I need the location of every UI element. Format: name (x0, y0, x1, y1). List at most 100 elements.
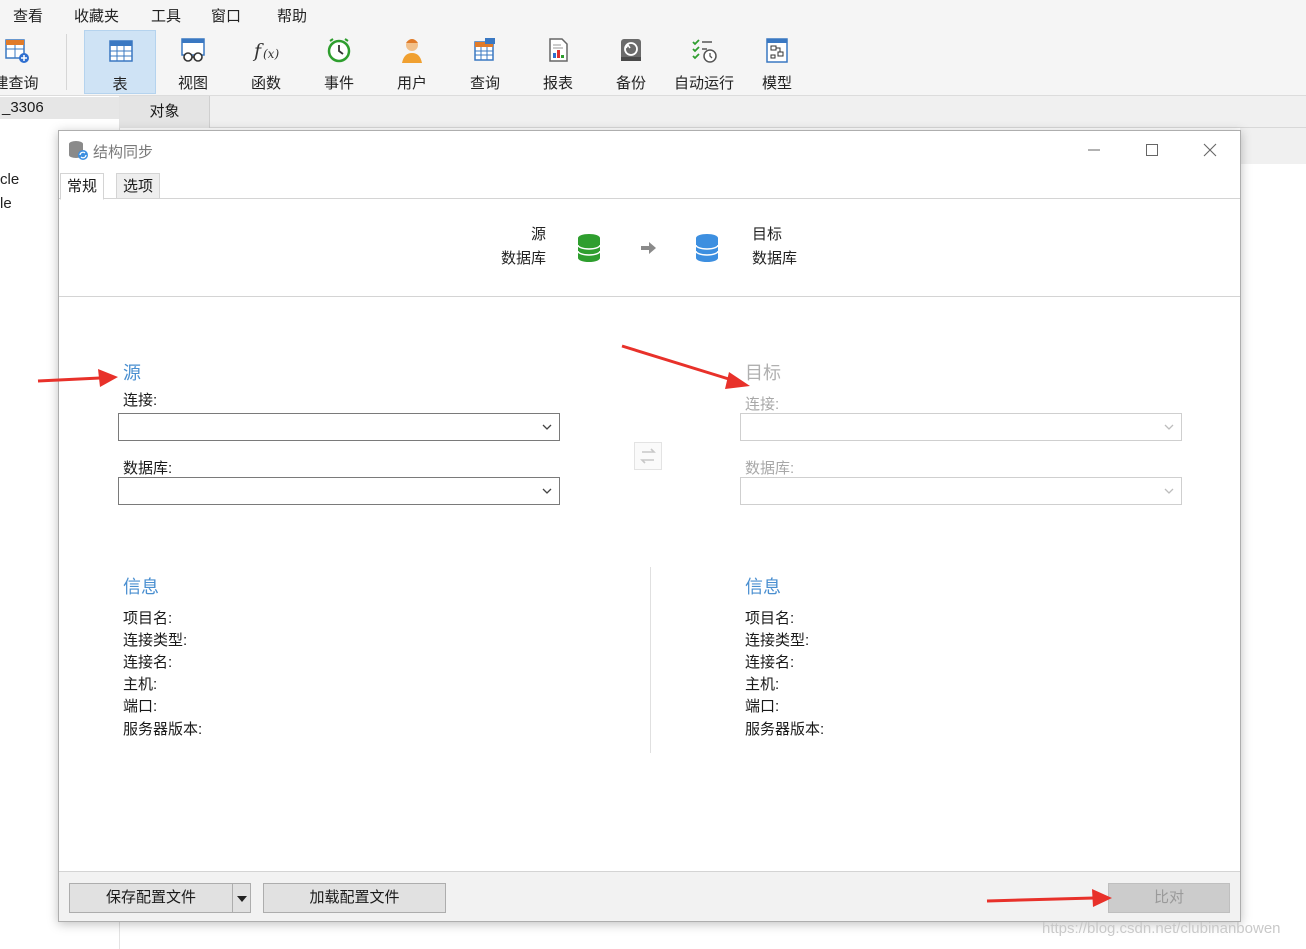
new-query-icon (5, 39, 29, 63)
header-target-db-word: 数据库 (752, 250, 798, 267)
report-icon (549, 38, 568, 62)
menu-window[interactable]: 窗口 (211, 5, 241, 26)
dialog-button-bar: 保存配置文件 加载配置文件 比对 (59, 871, 1240, 921)
source-database-icon (577, 234, 601, 262)
dialog-tabs: 常规 选项 (59, 169, 1240, 200)
function-icon: f (x) (252, 40, 279, 62)
tool-schedule-button[interactable]: 自动运行 (668, 30, 740, 94)
minimize-button[interactable] (1071, 135, 1117, 165)
source-connection-label: 连接: (123, 392, 158, 409)
load-profile-button[interactable]: 加载配置文件 (263, 883, 446, 913)
svg-text:(x): (x) (263, 47, 279, 61)
query-icon (474, 38, 495, 61)
arrow-right-icon (641, 242, 656, 254)
watermark: https://blog.csdn.net/clubinanbowen (1042, 920, 1281, 937)
tab-objects[interactable]: 对象 (120, 96, 210, 128)
menu-bar: 查看 收藏夹 工具 窗口 帮助 (0, 0, 1306, 28)
tool-report-label: 报表 (542, 75, 573, 92)
new-query-button[interactable]: 建查询 (0, 30, 52, 94)
source-section-title: 源 (123, 363, 141, 383)
object-toolbar-strip (1240, 128, 1306, 164)
source-info-port: 端口: (123, 698, 158, 715)
target-section-title: 目标 (745, 363, 781, 383)
dialog-title: 结构同步 (93, 144, 154, 161)
source-info-server-version: 服务器版本: (123, 721, 203, 738)
tool-view-button[interactable]: 视图 (157, 30, 229, 94)
tree-item[interactable]: le (0, 195, 12, 212)
menu-view[interactable]: 查看 (13, 5, 43, 26)
compare-button[interactable]: 比对 (1108, 883, 1230, 913)
tool-table-button[interactable]: 表 (84, 30, 156, 94)
header-source-db-word: 数据库 (501, 250, 547, 267)
tool-function-label: 函数 (250, 75, 281, 92)
structure-sync-icon (69, 141, 88, 160)
tool-model-button[interactable]: 模型 (741, 30, 813, 94)
chevron-down-icon (542, 488, 552, 494)
source-connection-select[interactable] (118, 413, 560, 441)
save-profile-button[interactable]: 保存配置文件 (69, 883, 251, 913)
tool-user-button[interactable]: 用户 (376, 30, 448, 94)
dropdown-triangle-icon (237, 896, 247, 902)
tool-report-button[interactable]: 报表 (522, 30, 594, 94)
info-divider (650, 567, 651, 753)
tab-options[interactable]: 选项 (116, 173, 161, 199)
tool-event-label: 事件 (323, 75, 354, 92)
header-target-word: 目标 (752, 226, 783, 243)
target-database-label: 数据库: (745, 460, 795, 477)
connection-item[interactable]: _3306 (0, 97, 119, 119)
target-database-select[interactable] (740, 477, 1182, 505)
minimize-icon (1088, 149, 1100, 151)
tool-view-label: 视图 (177, 75, 208, 92)
tree-item[interactable]: cle (0, 171, 19, 188)
target-info-host: 主机: (745, 676, 780, 693)
chevron-down-icon (542, 424, 552, 430)
table-icon (109, 40, 133, 62)
tool-model-label: 模型 (761, 75, 792, 92)
maximize-icon (1146, 144, 1158, 156)
target-database-icon (695, 234, 719, 262)
schedule-icon (692, 39, 717, 63)
dialog-titlebar[interactable]: 结构同步 (59, 131, 1240, 169)
source-info-connection-type: 连接类型: (123, 632, 188, 649)
target-info-title: 信息 (745, 577, 781, 597)
tool-table-label: 表 (112, 76, 128, 93)
maximize-button[interactable] (1129, 135, 1175, 165)
swap-arrows-icon (640, 448, 656, 464)
structure-sync-dialog: 结构同步 常规 选项 源 数据库 目标 数据库 源 连接: 数据库: 目标 连接… (58, 130, 1241, 922)
toolbar-separator (66, 34, 67, 90)
tool-user-label: 用户 (396, 75, 427, 92)
save-profile-dropdown[interactable] (232, 884, 250, 912)
event-clock-icon (327, 38, 351, 63)
target-connection-select[interactable] (740, 413, 1182, 441)
close-button[interactable] (1187, 135, 1233, 165)
save-profile-label: 保存配置文件 (105, 889, 196, 906)
chevron-down-icon (1164, 424, 1174, 430)
sync-direction-header: 源 数据库 目标 数据库 (59, 199, 1240, 297)
new-query-label: 建查询 (0, 75, 39, 92)
source-database-label: 数据库: (123, 460, 173, 477)
target-info-project-name: 项目名: (745, 610, 795, 627)
source-info-host: 主机: (123, 676, 158, 693)
swap-source-target-button[interactable] (634, 442, 662, 470)
tab-general[interactable]: 常规 (60, 173, 105, 200)
menu-help[interactable]: 帮助 (277, 5, 307, 26)
tool-function-button[interactable]: f (x) 函数 (230, 30, 302, 94)
model-icon (766, 38, 788, 63)
user-icon (402, 39, 422, 63)
source-database-select[interactable] (118, 477, 560, 505)
menu-tools[interactable]: 工具 (151, 5, 181, 26)
target-info-server-version: 服务器版本: (745, 721, 825, 738)
chevron-down-icon (1164, 488, 1174, 494)
main-toolbar: 建查询 表 视图 f (x) 函数 事件 用户 查询 报表 备份 自动运行 模型 (0, 28, 1306, 96)
view-icon (181, 38, 205, 62)
target-info-connection-name: 连接名: (745, 654, 795, 671)
menu-favorites[interactable]: 收藏夹 (74, 5, 119, 26)
tool-query-label: 查询 (469, 75, 500, 92)
target-info-connection-type: 连接类型: (745, 632, 810, 649)
tool-query-button[interactable]: 查询 (449, 30, 521, 94)
tool-backup-button[interactable]: 备份 (595, 30, 667, 94)
tool-event-button[interactable]: 事件 (303, 30, 375, 94)
source-info-title: 信息 (123, 577, 159, 597)
tool-backup-label: 备份 (615, 75, 646, 92)
target-info-port: 端口: (745, 698, 780, 715)
